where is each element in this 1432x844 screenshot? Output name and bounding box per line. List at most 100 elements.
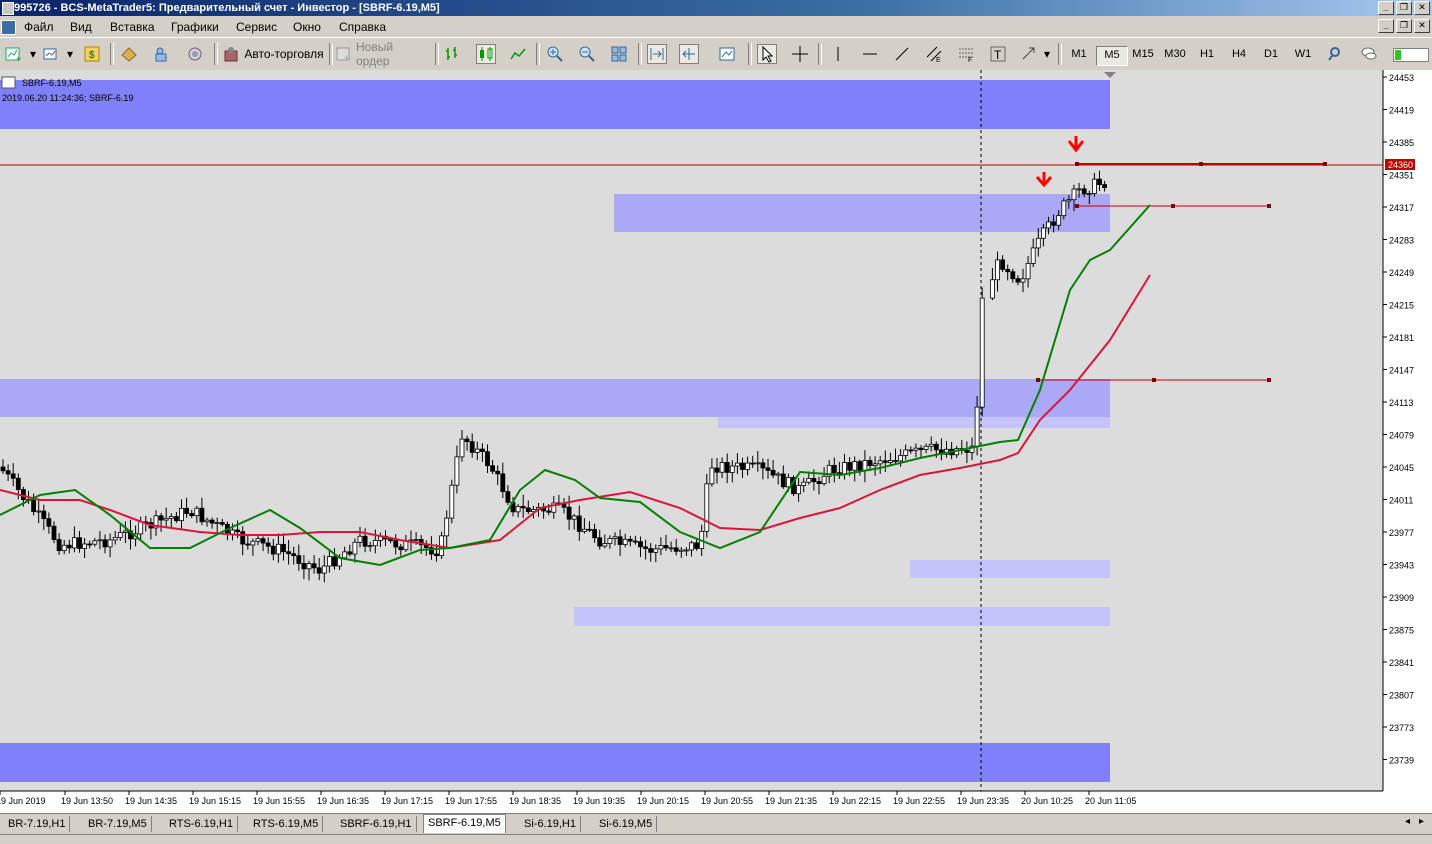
candle-body [643, 546, 648, 549]
menu-view[interactable]: Вид [70, 20, 92, 34]
profiles-icon[interactable] [42, 45, 60, 63]
market-watch-icon[interactable]: $ [83, 45, 101, 63]
zone-middle-light[interactable] [718, 417, 1110, 428]
dropdown-arrow-icon[interactable]: ▾ [1043, 44, 1051, 64]
new-order-button[interactable]: Новый ордер [356, 40, 428, 68]
equidistant-channel-icon[interactable]: E [925, 45, 943, 63]
autotrade-icon[interactable] [222, 45, 240, 63]
text-icon[interactable]: T [989, 45, 1007, 63]
timeframe-w1[interactable]: W1 [1288, 46, 1318, 64]
zone-top[interactable] [0, 80, 1110, 129]
candle-body [525, 507, 531, 512]
price-tick-label: 23875 [1389, 626, 1414, 636]
child-restore-button[interactable]: ❐ [1396, 19, 1412, 33]
zone-lower-1[interactable] [910, 560, 1110, 578]
candle-body [270, 545, 276, 555]
candlestick-chart-icon[interactable] [476, 44, 496, 64]
zone-lower-2[interactable] [574, 607, 1110, 626]
navigator-icon[interactable] [120, 45, 138, 63]
autotrade-button[interactable]: Авто-торговля [244, 44, 324, 64]
candle-body [316, 567, 322, 574]
horizontal-line-icon[interactable] [861, 45, 879, 63]
child-minimize-button[interactable]: _ [1378, 19, 1394, 33]
restore-button[interactable]: ❐ [1396, 1, 1412, 15]
timeframe-h4[interactable]: H4 [1224, 46, 1254, 64]
candle-body [485, 451, 490, 467]
bar-chart-icon[interactable] [444, 45, 462, 63]
new-order-icon[interactable]: + [335, 45, 353, 63]
tab-rts-6-19-h1[interactable]: RTS-6.19,H1 [165, 816, 238, 832]
dropdown-arrow-icon[interactable]: ▾ [29, 44, 37, 64]
price-tick-label: 23909 [1389, 593, 1414, 603]
minimize-button[interactable]: _ [1378, 1, 1394, 15]
price-tick-label: 23807 [1389, 691, 1414, 701]
candle-body [1097, 178, 1102, 186]
price-tick-label: 24045 [1389, 463, 1414, 473]
chart-window[interactable]: SBRF-6.19,M5 2019.06.20 11:24:36; SBRF-6… [0, 70, 1432, 813]
zone-upper[interactable] [614, 194, 1110, 232]
candle-body [347, 551, 353, 555]
candle-body [597, 537, 603, 547]
document-icon[interactable] [1, 20, 16, 35]
menu-charts[interactable]: Графики [171, 20, 219, 34]
candle-body [1035, 237, 1041, 249]
tab-sbrf-6-19-m5[interactable]: SBRF-6.19,M5 [423, 814, 506, 833]
zoom-in-icon[interactable] [546, 45, 564, 63]
candle-body [250, 540, 256, 546]
trend-line-icon[interactable] [893, 45, 911, 63]
zone-bottom[interactable] [0, 743, 1110, 782]
new-chart-icon[interactable]: + [5, 45, 23, 63]
price-chart[interactable]: SBRF-6.19,M5 2019.06.20 11:24:36; SBRF-6… [0, 70, 1432, 813]
candle-body [770, 469, 776, 476]
tab-rts-6-19-m5[interactable]: RTS-6.19,M5 [249, 816, 324, 832]
candle-body [1000, 259, 1005, 270]
menu-file[interactable]: Файл [24, 20, 54, 34]
tab-si-6-19-m5[interactable]: Si-6.19,M5 [595, 816, 658, 832]
menu-help[interactable]: Справка [339, 20, 386, 34]
zoom-out-icon[interactable] [578, 45, 596, 63]
signals-icon[interactable] [186, 45, 204, 63]
menu-insert[interactable]: Вставка [110, 20, 155, 34]
chart-shift-icon[interactable] [679, 44, 699, 64]
candle-body [622, 538, 628, 545]
tab-sbrf-6-19-h1[interactable]: SBRF-6.19,H1 [336, 816, 417, 832]
candle-body [1020, 278, 1026, 283]
crosshair-icon[interactable] [791, 45, 809, 63]
candle-body [235, 529, 241, 533]
cursor-icon[interactable] [757, 44, 777, 64]
tab-scroll-left-icon[interactable]: ◂ [1405, 816, 1410, 827]
fibonacci-icon[interactable]: F [957, 45, 975, 63]
dropdown-arrow-icon[interactable]: ▾ [66, 44, 74, 64]
candle-body [372, 539, 378, 547]
timeframe-h1[interactable]: H1 [1192, 46, 1222, 64]
candle-body [1046, 221, 1051, 229]
candle-body [694, 542, 699, 549]
close-button[interactable]: ✕ [1414, 1, 1430, 15]
tab-scroll-right-icon[interactable]: ▸ [1419, 816, 1424, 827]
vertical-line-icon[interactable] [829, 45, 847, 63]
menu-tools[interactable]: Сервис [236, 20, 277, 34]
timeframe-d1[interactable]: D1 [1256, 46, 1286, 64]
tab-br-7-19-h1[interactable]: BR-7.19,H1 [4, 816, 71, 832]
tab-br-7-19-m5[interactable]: BR-7.19,M5 [84, 816, 152, 832]
zone-middle[interactable] [0, 379, 1110, 417]
timeframe-m5[interactable]: M5 [1096, 46, 1128, 66]
chat-icon[interactable] [1360, 45, 1378, 63]
connection-indicator [1393, 48, 1429, 62]
tab-si-6-19-h1[interactable]: Si-6.19,H1 [520, 816, 581, 832]
child-close-button[interactable]: ✕ [1414, 19, 1430, 33]
timeframe-m30[interactable]: M30 [1160, 46, 1190, 64]
candle-body [1076, 188, 1082, 191]
candle-body [587, 528, 592, 531]
search-icon[interactable] [1327, 45, 1345, 63]
toolbox-icon[interactable] [153, 45, 171, 63]
candle-body [592, 529, 597, 539]
menu-window[interactable]: Окно [293, 20, 321, 34]
autoscroll-icon[interactable] [647, 44, 667, 64]
timeframe-m15[interactable]: M15 [1128, 46, 1158, 64]
templates-icon[interactable] [718, 45, 736, 63]
timeframe-m1[interactable]: M1 [1064, 46, 1094, 64]
tile-windows-icon[interactable] [610, 45, 628, 63]
arrows-icon[interactable] [1020, 45, 1038, 63]
line-chart-icon[interactable] [509, 45, 527, 63]
